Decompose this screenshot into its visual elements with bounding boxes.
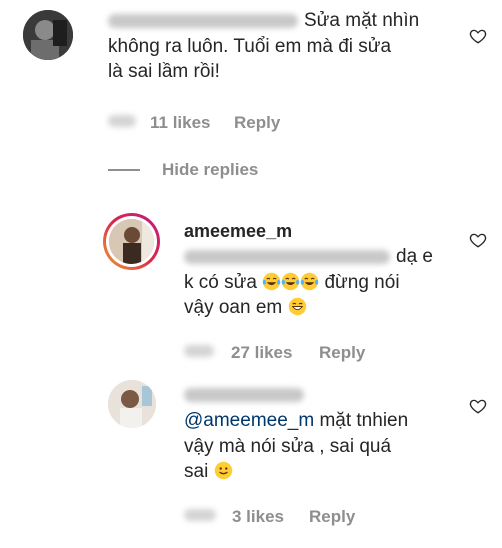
tears-of-joy-emoji (262, 272, 281, 290)
reply-line: dạ e (396, 246, 433, 267)
comment-line: là sai lầm rồi! (108, 61, 220, 82)
reply-line: k có sửa đừng nói (184, 270, 454, 296)
timestamp-redacted (184, 345, 214, 357)
reply-line-text: vậy oan em (184, 297, 288, 318)
reply-button[interactable]: Reply (234, 113, 280, 133)
grinning-emoji (288, 297, 306, 316)
reply-line-text: k có sửa (184, 271, 263, 293)
heart-outline-icon[interactable] (469, 27, 487, 45)
avatar-photo (109, 219, 154, 264)
commenter-avatar[interactable] (23, 10, 73, 60)
like-count[interactable]: 3 likes (232, 507, 284, 527)
reply-text: @ameemee_m mặt tnhien vậy mà nói sửa , s… (184, 408, 464, 485)
hide-replies-button[interactable]: Hide replies (162, 160, 258, 180)
story-ring-gap (106, 216, 157, 267)
tears-of-joy-emoji (300, 272, 319, 290)
reply-avatar (109, 219, 154, 264)
avatar-photo (108, 380, 156, 428)
comment-line: không ra luôn. Tuổi em mà đi sửa (108, 35, 392, 57)
reply-avatar[interactable] (108, 380, 156, 428)
reply-button[interactable]: Reply (319, 343, 365, 363)
tears-of-joy-emoji (281, 272, 300, 290)
timestamp-redacted (108, 115, 136, 127)
reply-line: @ameemee_m mặt tnhien (184, 408, 464, 434)
reply-button[interactable]: Reply (309, 507, 355, 527)
reply-username[interactable]: ameemee_m (184, 221, 292, 242)
heart-outline-icon[interactable] (469, 397, 487, 415)
avatar-photo (23, 10, 73, 60)
like-count[interactable]: 27 likes (231, 343, 292, 363)
comment-line: Sửa mặt nhìn (304, 10, 420, 31)
reply-line-text: đừng nói (324, 271, 400, 293)
replies-divider (108, 169, 140, 171)
reply-line-text: mặt tnhien (314, 410, 409, 431)
mention-link[interactable]: @ameemee_m (184, 410, 314, 431)
reply-line-text: sai (184, 461, 214, 482)
reply-line: vậy oan em (184, 295, 454, 321)
comment-text: Sửa mặt nhìn không ra luôn. Tuổi em mà đ… (108, 8, 448, 85)
reply-text: dạ e k có sửa đừng nói vậy oan em (184, 244, 454, 321)
story-ring[interactable] (103, 213, 160, 270)
reply-line: sai (184, 459, 464, 485)
heart-outline-icon[interactable] (469, 231, 487, 249)
username-redacted[interactable] (184, 388, 304, 402)
like-count[interactable]: 11 likes (150, 113, 211, 133)
slightly-smiling-emoji (214, 461, 232, 480)
reply-line: vậy mà nói sửa , sai quá (184, 435, 392, 457)
timestamp-redacted (184, 509, 216, 521)
